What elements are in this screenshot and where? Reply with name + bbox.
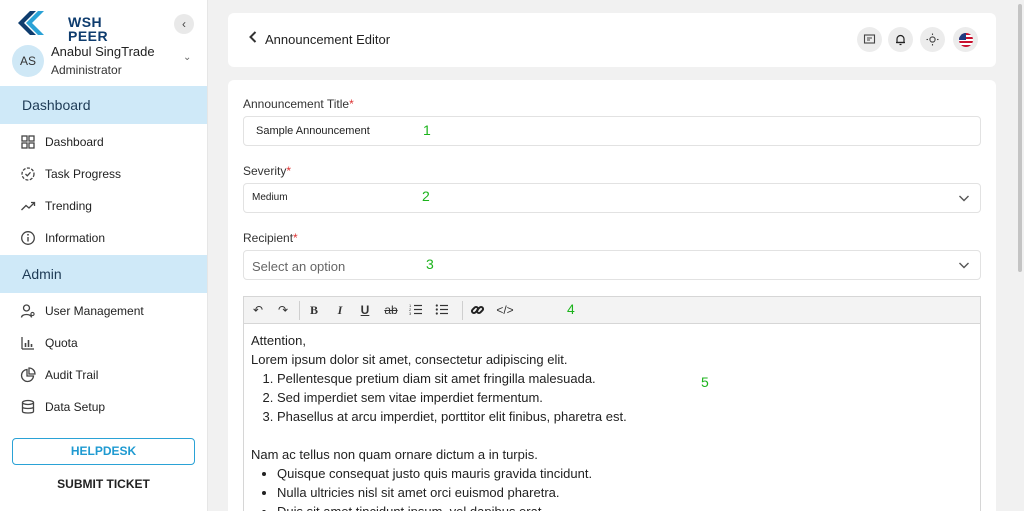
bullet-list-icon[interactable]	[434, 303, 450, 319]
us-flag-icon	[958, 32, 973, 47]
editor-paragraph: Nam ac tellus non quam ornare dictum a i…	[251, 447, 538, 462]
annotation-marker-5: 5	[701, 374, 709, 390]
grid-icon	[21, 135, 35, 149]
svg-text:3: 3	[409, 311, 412, 316]
user-name: Anabul SingTrade	[51, 44, 155, 59]
database-icon	[21, 399, 35, 414]
user-profile[interactable]: AS Anabul SingTrade Administrator ⌄	[0, 44, 207, 82]
user-settings-icon	[20, 304, 35, 318]
collapse-sidebar-button[interactable]: ‹	[174, 14, 194, 34]
editor-paragraph: Lorem ipsum dolor sit amet, consectetur …	[251, 352, 568, 367]
annotation-marker-3: 3	[426, 256, 434, 272]
announcement-title-value: Sample Announcement	[256, 125, 370, 137]
page-scrollbar[interactable]	[1016, 0, 1024, 511]
severity-value: Medium	[252, 192, 288, 203]
recipient-select[interactable]: Select an option	[243, 250, 981, 280]
bold-button[interactable]: B	[306, 303, 322, 318]
annotation-marker-2: 2	[422, 188, 430, 204]
info-icon	[21, 231, 35, 245]
redo-icon[interactable]: ↷	[275, 303, 291, 317]
theme-toggle-button[interactable]	[920, 27, 945, 52]
page-title: Announcement Editor	[265, 32, 391, 47]
wsh-peer-logo[interactable]: WSH PEER	[16, 7, 108, 43]
pie-chart-icon	[20, 367, 36, 383]
page-header: Announcement Editor	[228, 13, 996, 67]
announcement-title-input[interactable]: Sample Announcement	[243, 116, 981, 146]
sidebar-item-label: Information	[45, 231, 106, 245]
annotation-marker-4: 4	[567, 301, 575, 317]
sun-icon	[926, 33, 939, 46]
chevron-down-icon	[959, 262, 969, 269]
bar-chart-icon	[21, 337, 34, 350]
sidebar-item-label: Quota	[45, 336, 78, 350]
sidebar-item-data-setup[interactable]: Data Setup	[0, 393, 207, 421]
scrollbar-thumb[interactable]	[1018, 4, 1022, 272]
sidebar-item-label: Trending	[45, 199, 92, 213]
list-item: Duis sit amet tincidunt ipsum, vel dapib…	[277, 502, 971, 511]
strikethrough-button[interactable]: ab	[381, 303, 401, 317]
back-icon[interactable]	[248, 30, 258, 49]
toolbar-divider	[299, 301, 300, 320]
sidebar-item-label: Data Setup	[45, 400, 106, 414]
underline-button[interactable]: U	[357, 303, 373, 317]
editor-content[interactable]: Attention, Lorem ipsum dolor sit amet, c…	[251, 331, 971, 511]
progress-check-icon	[21, 167, 35, 181]
announcement-title-label: Announcement Title*	[243, 97, 354, 111]
list-item: Quisque consequat justo quis mauris grav…	[277, 464, 971, 483]
list-item: Phasellus at arcu imperdiet, porttitor e…	[277, 407, 971, 426]
logo-mark-icon	[18, 11, 44, 35]
severity-select[interactable]: Medium	[243, 183, 981, 213]
section-admin: Admin	[0, 255, 207, 293]
list-item: Sed imperdiet sem vitae imperdiet fermen…	[277, 388, 971, 407]
sidebar: WSH PEER ‹ AS Anabul SingTrade Administr…	[0, 0, 208, 511]
annotation-marker-1: 1	[423, 122, 431, 138]
sidebar-item-label: Task Progress	[45, 167, 122, 181]
rich-text-editor[interactable]: ↶ ↷ B I U ab 123 </> Attention, Lorem ip…	[243, 296, 981, 511]
ordered-list-icon[interactable]: 123	[408, 303, 424, 319]
ordered-list: Pellentesque pretium diam sit amet fring…	[251, 369, 971, 426]
recipient-label: Recipient*	[243, 231, 298, 245]
recipient-placeholder: Select an option	[252, 259, 346, 274]
list-item: Nulla ultricies nisl sit amet orci euism…	[277, 483, 971, 502]
sidebar-item-label: User Management	[45, 304, 144, 318]
sidebar-item-information[interactable]: Information	[0, 224, 207, 252]
section-dashboard: Dashboard	[0, 86, 207, 124]
editor-greeting: Attention,	[251, 333, 306, 348]
link-icon[interactable]	[469, 303, 485, 320]
sidebar-item-task-progress[interactable]: Task Progress	[0, 160, 207, 188]
italic-button[interactable]: I	[332, 303, 348, 318]
list-item: Pellentesque pretium diam sit amet fring…	[277, 369, 971, 388]
sidebar-item-label: Dashboard	[45, 135, 104, 149]
trending-up-icon	[21, 201, 36, 211]
sidebar-item-quota[interactable]: Quota	[0, 329, 207, 357]
sidebar-item-dashboard[interactable]: Dashboard	[0, 128, 207, 156]
submit-ticket-button[interactable]: SUBMIT TICKET	[12, 477, 195, 491]
editor-toolbar: ↶ ↷ B I U ab 123 </>	[244, 297, 980, 324]
message-icon	[863, 34, 876, 44]
bullet-list: Quisque consequat justo quis mauris grav…	[251, 464, 971, 511]
sidebar-item-audit-trail[interactable]: Audit Trail	[0, 361, 207, 389]
logo-text: WSH PEER	[68, 14, 109, 44]
sidebar-item-user-management[interactable]: User Management	[0, 297, 207, 325]
language-button[interactable]	[953, 27, 978, 52]
notification-button[interactable]	[888, 27, 913, 52]
bell-icon	[896, 34, 905, 46]
user-role: Administrator	[51, 63, 122, 77]
chevron-down-icon[interactable]: ⌄	[183, 52, 191, 63]
message-button[interactable]	[857, 27, 882, 52]
undo-icon[interactable]: ↶	[250, 303, 266, 317]
chevron-down-icon	[959, 195, 969, 202]
helpdesk-button[interactable]: HELPDESK	[12, 438, 195, 465]
toolbar-divider	[462, 301, 463, 320]
sidebar-item-label: Audit Trail	[45, 368, 99, 382]
code-view-button[interactable]: </>	[494, 303, 516, 317]
severity-label: Severity*	[243, 164, 292, 178]
announcement-form: Announcement Title* Sample Announcement …	[228, 80, 996, 511]
avatar: AS	[12, 45, 44, 77]
sidebar-item-trending[interactable]: Trending	[0, 192, 207, 220]
